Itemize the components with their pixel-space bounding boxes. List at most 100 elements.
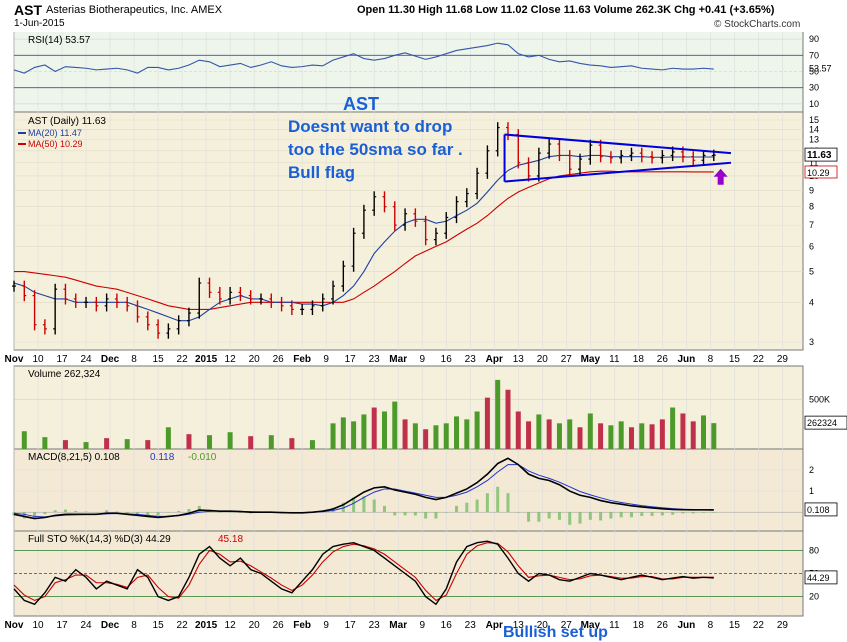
sto-d-legend: 45.18 xyxy=(218,534,243,545)
x-axis-label-bottom: 17 xyxy=(345,620,357,631)
volume-bar xyxy=(526,421,532,449)
macd-histogram-bar xyxy=(372,499,376,513)
volume-bar xyxy=(268,435,274,449)
ma50-last-label: 10.29 xyxy=(807,168,830,178)
sto-tick-label: 20 xyxy=(809,592,819,602)
macd-histogram-bar xyxy=(619,512,623,518)
x-axis-label: 17 xyxy=(345,354,357,365)
price-tick-label: 8 xyxy=(809,202,814,212)
macd-histogram-bar xyxy=(166,512,170,513)
price-tick-label: 13 xyxy=(809,135,819,145)
price-tick-label: 6 xyxy=(809,241,814,251)
x-axis-label: 12 xyxy=(225,354,237,365)
x-axis-label-bottom: 9 xyxy=(419,620,425,631)
volume-bar xyxy=(412,423,418,449)
volume-bar xyxy=(351,421,357,449)
volume-bar xyxy=(587,413,593,449)
macd-histogram-bar xyxy=(640,512,644,517)
volume-bar xyxy=(639,423,645,449)
volume-bar xyxy=(207,435,213,449)
volume-bar xyxy=(381,411,387,449)
macd-histogram-bar xyxy=(475,499,479,513)
macd-signal-legend: 0.118 xyxy=(150,452,175,463)
macd-last-label: 0.108 xyxy=(807,505,830,515)
macd-histogram-bar xyxy=(43,512,47,515)
macd-histogram-bar xyxy=(105,510,109,513)
annotation-line-4: Bull flag xyxy=(288,163,356,182)
x-axis-label: 2015 xyxy=(195,354,218,365)
x-axis-label: 18 xyxy=(633,354,645,365)
macd-histogram-bar xyxy=(444,512,448,513)
x-axis-label-bottom: 18 xyxy=(633,620,645,631)
x-axis-label-bottom: 15 xyxy=(153,620,165,631)
macd-histogram-bar xyxy=(53,510,57,513)
volume-bar xyxy=(402,419,408,449)
macd-histogram-bar xyxy=(702,512,706,513)
macd-tick-label: 2 xyxy=(809,465,814,475)
sto-tick-label: 80 xyxy=(809,545,819,555)
macd-histogram-bar xyxy=(599,512,603,521)
x-axis-label: Nov xyxy=(5,354,24,365)
x-axis-label: 23 xyxy=(369,354,381,365)
x-axis-label: 16 xyxy=(441,354,453,365)
macd-histogram-bar xyxy=(691,512,695,514)
x-axis-label: 13 xyxy=(513,354,525,365)
volume-bar xyxy=(21,431,27,449)
macd-histogram-bar xyxy=(125,512,129,514)
volume-bar xyxy=(289,438,295,449)
macd-tick-label: 1 xyxy=(809,486,814,496)
volume-bar xyxy=(186,434,192,449)
volume-bar xyxy=(371,407,377,449)
sto-legend: Full STO %K(14,3) %D(3) 44.29 xyxy=(28,534,171,545)
x-axis-label: 20 xyxy=(537,354,549,365)
volume-bar xyxy=(330,423,336,449)
volume-tick-label: 500K xyxy=(809,395,830,405)
x-axis-label-bottom: Dec xyxy=(101,620,120,631)
x-axis-label: 24 xyxy=(80,354,92,365)
annotation-footer: Bullish set up xyxy=(503,624,608,641)
x-axis-label: 20 xyxy=(249,354,261,365)
volume-bar xyxy=(659,419,665,449)
volume-bar xyxy=(340,417,346,449)
rsi-last-label: 53.57 xyxy=(809,64,832,74)
volume-bar xyxy=(454,416,460,449)
macd-histogram-bar xyxy=(434,512,438,519)
macd-legend: MACD(8,21,5) 0.108 xyxy=(28,452,120,463)
x-axis-label-bottom: 23 xyxy=(369,620,381,631)
x-axis-label: 8 xyxy=(708,354,714,365)
x-axis-label: 11 xyxy=(609,354,620,365)
volume-bar xyxy=(83,442,89,449)
macd-histogram-bar xyxy=(712,512,716,513)
x-axis-label-bottom: 12 xyxy=(225,620,237,631)
ohlc-summary: Open 11.30 High 11.68 Low 11.02 Close 11… xyxy=(357,4,775,16)
volume-bar xyxy=(649,424,655,449)
volume-bar xyxy=(474,411,480,449)
volume-bar xyxy=(124,439,130,449)
stock-chart: 103050709053.57RSI(14) 53.57345678910111… xyxy=(5,30,847,631)
volume-last-label: 262324 xyxy=(807,418,837,428)
brand-watermark: © StockCharts.com xyxy=(714,19,801,30)
x-axis-label: 22 xyxy=(177,354,189,365)
volume-bar xyxy=(618,421,624,449)
macd-histogram-bar xyxy=(578,512,582,524)
macd-histogram-bar xyxy=(393,512,397,516)
macd-hist-legend: -0.010 xyxy=(188,452,217,463)
rsi-legend: RSI(14) 53.57 xyxy=(28,35,91,46)
x-axis-label-bottom: 15 xyxy=(729,620,741,631)
sto-last-label: 44.29 xyxy=(807,573,830,583)
volume-bar xyxy=(361,414,367,449)
volume-bar xyxy=(42,437,48,449)
volume-bar xyxy=(423,429,429,449)
macd-histogram-bar xyxy=(187,509,191,513)
annotation-line-3: too the 50sma so far . xyxy=(288,140,463,159)
volume-bar xyxy=(598,423,604,449)
volume-bar xyxy=(546,419,552,449)
x-axis-label: Dec xyxy=(101,354,120,365)
x-axis-label-bottom: 2015 xyxy=(195,620,218,631)
macd-panel xyxy=(13,448,804,532)
x-axis-label-bottom: Nov xyxy=(5,620,24,631)
rsi-tick-label: 90 xyxy=(809,34,819,44)
x-axis-label: Mar xyxy=(389,354,407,365)
macd-histogram-bar xyxy=(156,512,160,516)
x-axis-label: 15 xyxy=(153,354,165,365)
